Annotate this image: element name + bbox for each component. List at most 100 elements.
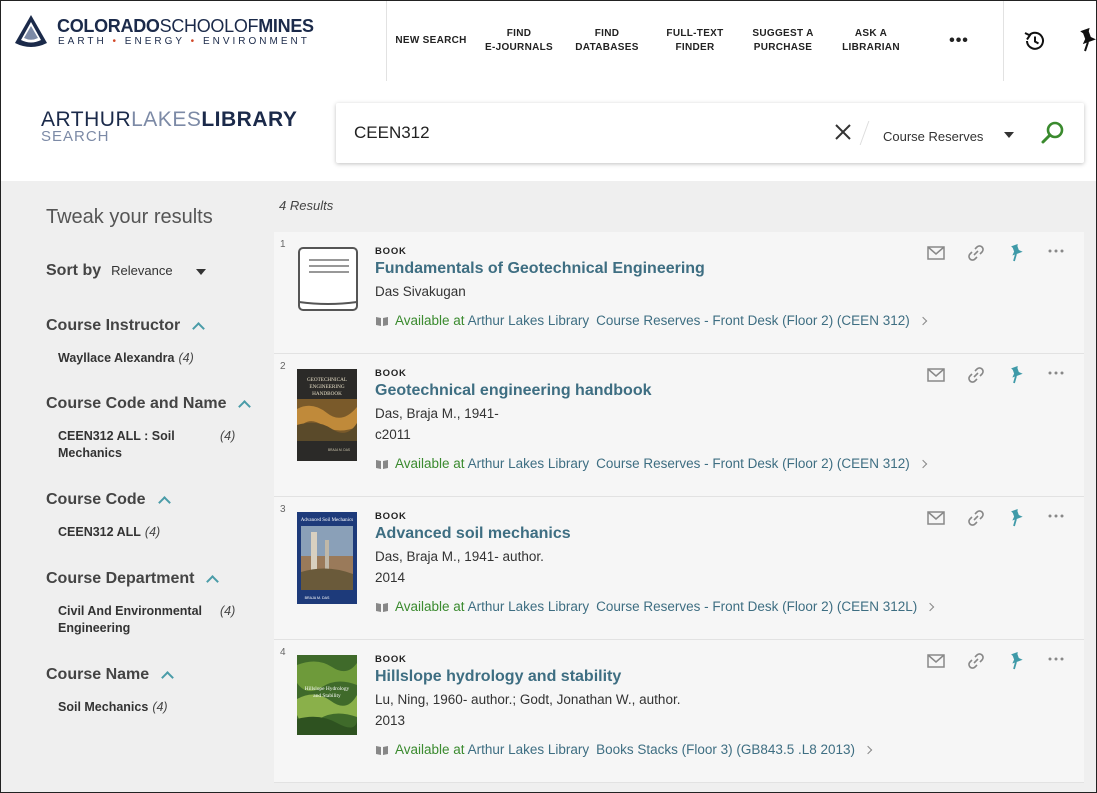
caret-down-icon[interactable] <box>1004 132 1014 138</box>
chevron-up-icon[interactable] <box>192 322 206 335</box>
search-input[interactable] <box>354 121 814 145</box>
availability-line[interactable]: Available at Arthur Lakes Library Course… <box>375 599 935 614</box>
email-icon[interactable] <box>926 508 946 528</box>
availability-status: Available at <box>395 599 465 614</box>
nav-find-databases[interactable]: FIND DATABASES <box>563 1 651 81</box>
nav-ask-librarian[interactable]: ASK A LIBRARIAN <box>827 1 915 81</box>
link-icon[interactable] <box>966 651 986 671</box>
book-availability-icon <box>376 459 388 469</box>
result-card[interactable]: 4 Hillslope Hydrology and Stability BOOK… <box>274 640 1084 783</box>
availability-location[interactable]: Course Reserves - Front Desk (Floor 2) (… <box>596 313 910 328</box>
result-date: 2013 <box>375 713 406 728</box>
email-icon[interactable] <box>926 651 946 671</box>
chevron-up-icon[interactable] <box>238 400 252 413</box>
more-options-icon[interactable] <box>1046 243 1066 263</box>
facet-title[interactable]: Course Code <box>46 491 266 509</box>
book-cover-thumbnail[interactable]: GEOTECHNICAL ENGINEERING HANDBOOK BRAJA … <box>297 369 357 461</box>
chevron-up-icon[interactable] <box>161 671 175 684</box>
nav-new-search[interactable]: NEW SEARCH <box>387 1 475 81</box>
availability-library[interactable]: Arthur Lakes Library <box>468 599 590 614</box>
nav-full-text-finder[interactable]: FULL-TEXT FINDER <box>651 1 739 81</box>
availability-library[interactable]: Arthur Lakes Library <box>468 313 590 328</box>
availability-line[interactable]: Available at Arthur Lakes Library Course… <box>375 313 927 328</box>
result-title-link[interactable]: Geotechnical engineering handbook <box>375 382 651 400</box>
school-name: COLORADOSCHOOLOFMINES <box>57 16 314 36</box>
sort-by-select[interactable]: Relevance <box>111 263 172 278</box>
mines-triangle-logo-icon <box>15 15 47 47</box>
chevron-up-icon[interactable] <box>206 575 220 588</box>
facet-title[interactable]: Course Instructor <box>46 317 266 335</box>
search-history-icon[interactable] <box>1021 27 1049 55</box>
chevron-up-icon[interactable] <box>157 496 171 509</box>
email-icon[interactable] <box>926 365 946 385</box>
availability-library[interactable]: Arthur Lakes Library <box>468 456 590 471</box>
availability-line[interactable]: Available at Arthur Lakes Library Course… <box>375 456 927 471</box>
facet-item[interactable]: Wayllace Alexandra (4) <box>58 350 266 367</box>
email-icon[interactable] <box>926 243 946 263</box>
nav-find-e-journals[interactable]: FIND E-JOURNALS <box>475 1 563 81</box>
facet-title[interactable]: Course Department <box>46 570 266 588</box>
pinned-items-icon[interactable] <box>1073 26 1097 54</box>
result-actions <box>926 365 1076 385</box>
availability-line[interactable]: Available at Arthur Lakes Library Books … <box>375 742 873 757</box>
facet-item[interactable]: CEEN312 ALL (4) <box>58 524 266 541</box>
facet-course-instructor: Course Instructor Wayllace Alexandra (4) <box>46 317 266 367</box>
result-card[interactable]: 2 GEOTECHNICAL ENGINEERING HANDBOOK BRAJ… <box>274 354 1084 497</box>
book-availability-icon <box>376 745 388 755</box>
chevron-right-icon[interactable] <box>918 459 927 468</box>
facet-course-department: Course Department Civil And Environmenta… <box>46 570 266 637</box>
link-icon[interactable] <box>966 243 986 263</box>
book-cover-thumbnail[interactable]: Hillslope Hydrology and Stability <box>297 655 357 735</box>
pin-icon[interactable] <box>1006 365 1026 385</box>
chevron-right-icon[interactable] <box>863 745 873 754</box>
facet-item[interactable]: Soil Mechanics (4) <box>58 699 266 716</box>
facet-item[interactable]: Civil And Environmental Engineering (4) <box>58 603 238 637</box>
result-number: 3 <box>280 504 286 515</box>
search-icon[interactable] <box>1040 120 1066 146</box>
search-box: Course Reserves <box>336 103 1084 163</box>
book-placeholder-icon[interactable] <box>297 246 359 316</box>
more-options-icon[interactable] <box>1046 651 1066 671</box>
availability-location[interactable]: Course Reserves - Front Desk (Floor 2) (… <box>596 599 917 614</box>
library-subtitle: SEARCH <box>41 128 110 145</box>
result-title-link[interactable]: Hillslope hydrology and stability <box>375 668 621 686</box>
result-author: Das Sivakugan <box>375 284 466 299</box>
clear-search-icon[interactable] <box>832 121 854 143</box>
search-scope-select[interactable]: Course Reserves <box>883 129 983 144</box>
pin-icon[interactable] <box>1006 651 1026 671</box>
result-date: 2014 <box>375 570 406 585</box>
availability-location[interactable]: Books Stacks (Floor 3) (GB843.5 .L8 2013… <box>596 742 855 757</box>
tweak-results-heading: Tweak your results <box>46 206 213 228</box>
nav-more-button[interactable]: ••• <box>915 1 1003 81</box>
availability-library[interactable]: Arthur Lakes Library <box>468 742 590 757</box>
link-icon[interactable] <box>966 508 986 528</box>
result-title-link[interactable]: Advanced soil mechanics <box>375 525 571 543</box>
facet-title[interactable]: Course Code and Name <box>46 395 266 413</box>
availability-status: Available at <box>395 742 465 757</box>
caret-down-icon[interactable] <box>196 269 206 275</box>
cover-author: BRAJA M. DAS <box>328 448 350 452</box>
chevron-right-icon[interactable] <box>925 602 935 611</box>
sort-by-row[interactable]: Sort by Relevance <box>46 262 206 280</box>
book-availability-icon <box>376 602 388 612</box>
chevron-right-icon[interactable] <box>918 316 927 325</box>
result-card[interactable]: 1 BOOK Fundamentals of Geotechnical Engi… <box>274 232 1084 354</box>
result-title-link[interactable]: Fundamentals of Geotechnical Engineering <box>375 260 705 278</box>
book-cover-thumbnail[interactable]: Advanced Soil Mechanics BRAJA M. DAS <box>297 512 357 604</box>
facet-item[interactable]: CEEN312 ALL : Soil Mechanics (4) <box>58 428 238 462</box>
cover-title-line: Advanced Soil Mechanics <box>301 518 354 523</box>
result-card[interactable]: 3 Advanced Soil Mechanics BRAJA M. DAS B… <box>274 497 1084 640</box>
nav-divider <box>1003 1 1004 81</box>
result-type: BOOK <box>375 654 407 665</box>
school-logo[interactable]: COLORADOSCHOOLOFMINES EARTH • ENERGY • E… <box>13 13 323 53</box>
nav-suggest-purchase[interactable]: SUGGEST A PURCHASE <box>739 1 827 81</box>
link-icon[interactable] <box>966 365 986 385</box>
pin-icon[interactable] <box>1006 243 1026 263</box>
facet-title[interactable]: Course Name <box>46 666 266 684</box>
pin-icon[interactable] <box>1006 508 1026 528</box>
more-options-icon[interactable] <box>1046 365 1066 385</box>
availability-location[interactable]: Course Reserves - Front Desk (Floor 2) (… <box>596 456 910 471</box>
more-options-icon[interactable] <box>1046 508 1066 528</box>
result-type: BOOK <box>375 368 407 379</box>
facet-course-code-and-name: Course Code and Name CEEN312 ALL : Soil … <box>46 395 266 462</box>
